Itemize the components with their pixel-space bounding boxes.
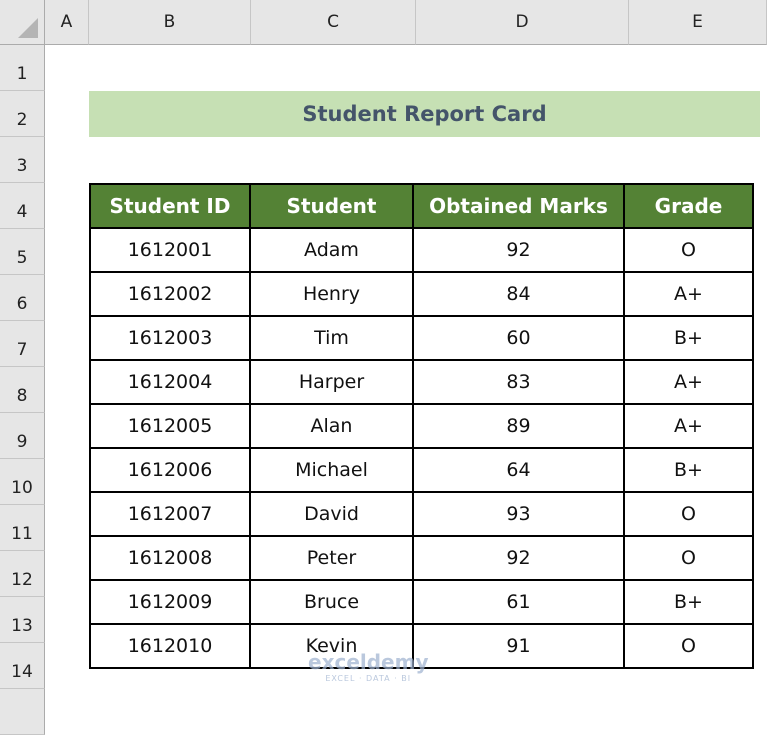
report-title-cell[interactable]: Student Report Card [89,91,760,137]
cell-student[interactable]: Michael [249,447,414,493]
row-header[interactable]: 1 [0,45,45,91]
cell-student-id[interactable]: 1612009 [89,579,251,625]
row-header-partial[interactable] [0,689,45,735]
cell-grade[interactable]: A+ [623,271,754,317]
cell-grade[interactable]: B+ [623,447,754,493]
cell-student[interactable]: Henry [249,271,414,317]
header-grade[interactable]: Grade [623,183,754,229]
table-row: 1612004 Harper 83 A+ [89,359,754,405]
cell-grade[interactable]: O [623,491,754,537]
cell-obtained-marks[interactable]: 89 [412,403,625,449]
column-header-d[interactable]: D [416,0,629,45]
cell-student[interactable]: Alan [249,403,414,449]
row-header[interactable]: 8 [0,367,45,413]
table-header-row: Student ID Student Obtained Marks Grade [89,183,754,229]
cell-obtained-marks[interactable]: 92 [412,227,625,273]
cell-obtained-marks[interactable]: 92 [412,535,625,581]
cell-student[interactable]: Harper [249,359,414,405]
row-header[interactable]: 9 [0,413,45,459]
cell-student-id[interactable]: 1612010 [89,623,251,669]
cell-student[interactable]: David [249,491,414,537]
column-header-b[interactable]: B [89,0,251,45]
table-row: 1612006 Michael 64 B+ [89,447,754,493]
cell-obtained-marks[interactable]: 83 [412,359,625,405]
row-header[interactable]: 12 [0,551,45,597]
table-row: 1612009 Bruce 61 B+ [89,579,754,625]
cell-student-id[interactable]: 1612002 [89,271,251,317]
select-all-corner[interactable] [0,0,45,45]
cell-student-id[interactable]: 1612006 [89,447,251,493]
header-student[interactable]: Student [249,183,414,229]
row-header[interactable]: 6 [0,275,45,321]
table-row: 1612008 Peter 92 O [89,535,754,581]
cell-student[interactable]: Peter [249,535,414,581]
row-header[interactable]: 2 [0,91,45,137]
column-header-a[interactable]: A [45,0,89,45]
row-header[interactable]: 14 [0,643,45,689]
table-row: 1612003 Tim 60 B+ [89,315,754,361]
cell-obtained-marks[interactable]: 61 [412,579,625,625]
table-row: 1612007 David 93 O [89,491,754,537]
header-obtained-marks[interactable]: Obtained Marks [412,183,625,229]
cell-grade[interactable]: O [623,535,754,581]
cell-obtained-marks[interactable]: 93 [412,491,625,537]
cell-grade[interactable]: B+ [623,315,754,361]
column-header-e[interactable]: E [629,0,767,45]
cell-student-id[interactable]: 1612004 [89,359,251,405]
cell-student-id[interactable]: 1612003 [89,315,251,361]
select-all-triangle-icon [18,18,38,38]
cell-obtained-marks[interactable]: 91 [412,623,625,669]
row-header[interactable]: 4 [0,183,45,229]
cell-grade[interactable]: O [623,623,754,669]
column-header-c[interactable]: C [251,0,416,45]
cell-grade[interactable]: O [623,227,754,273]
cell-student[interactable]: Adam [249,227,414,273]
header-student-id[interactable]: Student ID [89,183,251,229]
row-header[interactable]: 5 [0,229,45,275]
table-row: 1612005 Alan 89 A+ [89,403,754,449]
cell-grade[interactable]: B+ [623,579,754,625]
row-header[interactable]: 13 [0,597,45,643]
cell-student-id[interactable]: 1612008 [89,535,251,581]
cell-grade[interactable]: A+ [623,359,754,405]
cell-obtained-marks[interactable]: 84 [412,271,625,317]
row-header[interactable]: 3 [0,137,45,183]
cell-student[interactable]: Bruce [249,579,414,625]
table-row: 1612001 Adam 92 O [89,227,754,273]
table-row: 1612002 Henry 84 A+ [89,271,754,317]
report-title: Student Report Card [302,102,547,126]
report-table: Student ID Student Obtained Marks Grade … [89,183,754,669]
table-row: 1612010 Kevin 91 O [89,623,754,669]
cell-student[interactable]: Kevin [249,623,414,669]
watermark-tagline: EXCEL · DATA · BI [325,674,412,683]
cell-grade[interactable]: A+ [623,403,754,449]
row-header[interactable]: 11 [0,505,45,551]
cell-obtained-marks[interactable]: 64 [412,447,625,493]
cell-student[interactable]: Tim [249,315,414,361]
cell-student-id[interactable]: 1612001 [89,227,251,273]
row-header[interactable]: 7 [0,321,45,367]
row-header[interactable]: 10 [0,459,45,505]
cell-student-id[interactable]: 1612005 [89,403,251,449]
cell-student-id[interactable]: 1612007 [89,491,251,537]
cell-obtained-marks[interactable]: 60 [412,315,625,361]
